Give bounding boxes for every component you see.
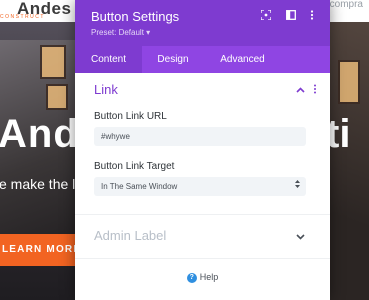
site-logo-subtitle: CONSTRUCT bbox=[0, 14, 45, 20]
sidebar-toggle-icon[interactable] bbox=[284, 10, 298, 24]
focus-icon[interactable] bbox=[259, 9, 273, 24]
section-options-icon[interactable] bbox=[313, 84, 317, 97]
help-icon: ? bbox=[186, 272, 197, 283]
tab-advanced[interactable]: Advanced bbox=[204, 46, 281, 73]
button-link-target-select[interactable]: In The Same Window bbox=[94, 177, 306, 196]
link-section-title[interactable]: Link bbox=[94, 82, 118, 97]
modal-header: Button Settings Preset: Default ▾ bbox=[75, 0, 330, 46]
section-divider bbox=[75, 214, 330, 215]
window-decor bbox=[338, 60, 360, 104]
help-label: Help bbox=[199, 272, 219, 282]
learn-more-button[interactable]: LEARN MORE bbox=[0, 234, 80, 266]
button-link-url-input[interactable]: #whywe bbox=[94, 127, 306, 146]
button-link-target-label: Button Link Target bbox=[94, 161, 175, 172]
hero-title: And bbox=[0, 112, 79, 156]
tab-content[interactable]: Content bbox=[75, 46, 142, 73]
help-button[interactable]: ? Help bbox=[75, 272, 330, 283]
section-divider bbox=[75, 258, 330, 259]
window-decor bbox=[46, 84, 68, 110]
window-decor bbox=[40, 45, 66, 79]
hero-subtitle: e make the l bbox=[0, 176, 76, 192]
button-link-target-value: In The Same Window bbox=[101, 182, 178, 191]
modal-title: Button Settings bbox=[91, 9, 180, 24]
button-link-url-label: Button Link URL bbox=[94, 111, 167, 122]
chevron-up-icon[interactable] bbox=[296, 84, 305, 96]
admin-label-section-title[interactable]: Admin Label bbox=[94, 228, 166, 243]
preset-dropdown[interactable]: Preset: Default ▾ bbox=[91, 28, 150, 37]
button-settings-modal: Button Settings Preset: Default ▾ Conten… bbox=[75, 0, 330, 300]
select-arrows-icon bbox=[295, 177, 300, 196]
tab-bar: Content Design Advanced bbox=[75, 46, 330, 73]
chevron-down-icon[interactable] bbox=[296, 231, 305, 243]
tab-design[interactable]: Design bbox=[142, 46, 204, 73]
more-vertical-icon[interactable] bbox=[305, 10, 319, 24]
nav-link[interactable]: compra bbox=[330, 0, 363, 10]
